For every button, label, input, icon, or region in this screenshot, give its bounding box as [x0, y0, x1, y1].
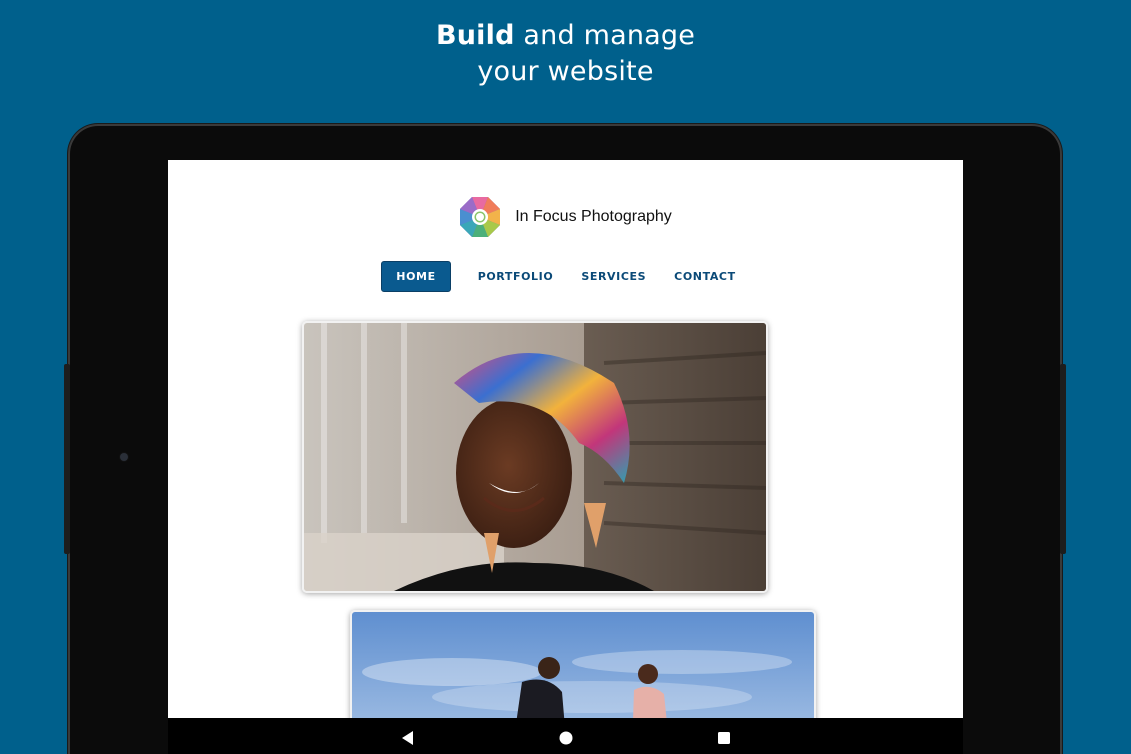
tablet-side-button-left: [64, 364, 70, 554]
front-camera-icon: [120, 453, 128, 461]
site-brand[interactable]: In Focus Photography: [168, 196, 963, 238]
couple-photo-image: [352, 612, 814, 718]
portrait-photo-image: [304, 323, 766, 591]
second-photo-couple[interactable]: [350, 610, 816, 718]
headline-line2: your website: [477, 56, 654, 87]
nav-home[interactable]: HOME: [381, 261, 451, 292]
home-circle-icon[interactable]: [556, 728, 576, 748]
promo-stage: Build and manage your website In Focus P…: [0, 0, 1131, 754]
tablet-side-button-right: [1060, 364, 1066, 554]
headline-bold-word: Build: [435, 20, 515, 51]
recent-square-icon[interactable]: [714, 728, 734, 748]
promo-headline: Build and manage your website: [0, 18, 1131, 90]
nav-contact[interactable]: CONTACT: [660, 262, 750, 291]
hero-photo-portrait[interactable]: [302, 321, 768, 593]
nav-services[interactable]: SERVICES: [567, 262, 660, 291]
nav-portfolio[interactable]: PORTFOLIO: [464, 262, 568, 291]
site-name: In Focus Photography: [515, 208, 672, 225]
multicolor-octagon-logo-icon: [460, 197, 501, 237]
back-triangle-icon[interactable]: [398, 728, 418, 748]
headline-line1-rest: and manage: [514, 20, 696, 51]
site-nav: HOME PORTFOLIO SERVICES CONTACT: [168, 261, 963, 292]
system-navigation-bar: [168, 718, 963, 754]
website-screen: In Focus Photography HOME PORTFOLIO SERV…: [168, 160, 963, 718]
